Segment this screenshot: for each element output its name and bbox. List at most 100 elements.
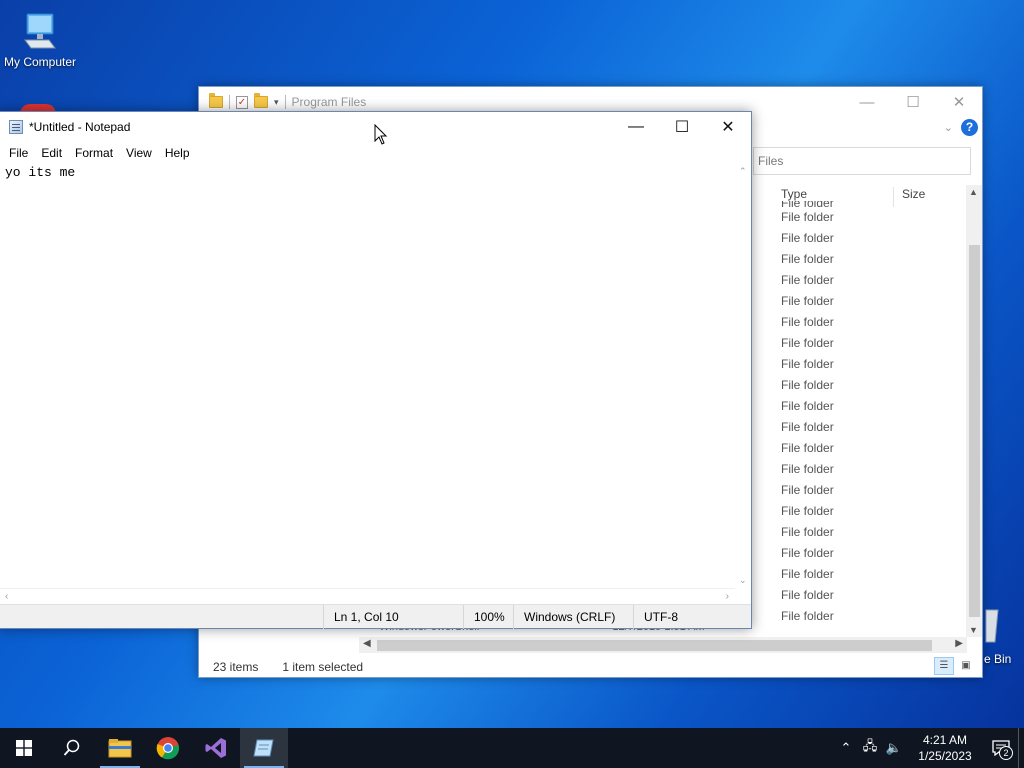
notepad-statusbar: Ln 1, Col 10 100% Windows (CRLF) UTF-8 xyxy=(0,604,751,629)
table-row[interactable]: File folder xyxy=(781,228,961,249)
computer-icon xyxy=(19,10,61,52)
table-row[interactable]: File folder xyxy=(781,585,961,606)
scrollbar-thumb[interactable] xyxy=(969,245,980,617)
large-icons-view-icon[interactable]: ▣ xyxy=(956,657,976,675)
table-row[interactable]: File folder xyxy=(781,207,961,228)
taskbar: ⌃ 🖧 🔈 4:21 AM 1/25/2023 2 xyxy=(0,728,1024,768)
minimize-button[interactable]: — xyxy=(844,87,890,117)
table-row[interactable]: File folder xyxy=(781,564,961,585)
volume-icon[interactable]: 🔈 xyxy=(882,740,906,756)
scroll-left-icon[interactable]: ◀ xyxy=(363,638,371,649)
divider xyxy=(284,95,286,109)
scroll-left-icon[interactable]: ‹ xyxy=(5,591,8,602)
taskbar-notepad[interactable] xyxy=(240,728,288,768)
clock-date: 1/25/2023 xyxy=(918,749,972,763)
table-row[interactable]: File folder xyxy=(781,606,961,627)
table-row[interactable]: File folder xyxy=(781,417,961,438)
cursor-position: Ln 1, Col 10 xyxy=(323,605,463,629)
scroll-right-icon[interactable]: ▶ xyxy=(955,638,963,649)
desktop-icon-my-computer[interactable]: My Computer xyxy=(0,10,82,69)
system-tray: ⌃ 🖧 🔈 4:21 AM 1/25/2023 2 xyxy=(834,728,1024,768)
table-row[interactable]: File folder xyxy=(781,396,961,417)
explorer-statusbar: 23 items 1 item selected xyxy=(213,660,363,674)
scroll-right-icon[interactable]: › xyxy=(726,591,729,602)
close-button[interactable]: ✕ xyxy=(705,112,751,142)
chrome-icon xyxy=(156,737,180,760)
help-icon[interactable]: ? xyxy=(961,119,978,136)
search-button[interactable] xyxy=(48,728,96,768)
notepad-title: *Untitled - Notepad xyxy=(29,120,131,134)
scrollbar-thumb[interactable] xyxy=(377,640,932,651)
scroll-down-icon[interactable]: ▼ xyxy=(969,625,978,635)
menu-view[interactable]: View xyxy=(120,146,159,160)
clock-time: 4:21 AM xyxy=(922,733,968,747)
scroll-up-icon[interactable]: ▲ xyxy=(969,187,978,197)
windows-logo-icon xyxy=(16,740,32,756)
table-row[interactable]: File folder xyxy=(781,501,961,522)
file-explorer-icon xyxy=(108,739,132,758)
details-view-icon[interactable]: ☰ xyxy=(934,657,954,675)
clock[interactable]: 4:21 AM 1/25/2023 xyxy=(906,732,984,764)
chevron-up-icon[interactable]: ⌃ xyxy=(834,740,858,756)
table-row[interactable]: File folder xyxy=(781,459,961,480)
table-row[interactable]: File folder xyxy=(781,249,961,270)
table-row[interactable]: File folder xyxy=(781,291,961,312)
customize-quick-access-icon[interactable]: ▾ xyxy=(274,97,279,108)
selection-count: 1 item selected xyxy=(282,660,364,674)
folder-icon xyxy=(209,93,223,108)
close-button[interactable]: ✕ xyxy=(936,87,982,117)
menu-format[interactable]: Format xyxy=(69,146,120,160)
search-icon xyxy=(63,739,80,756)
table-row[interactable]: File folder xyxy=(781,312,961,333)
recycle-bin-icon[interactable] xyxy=(984,606,1024,649)
desktop-icon-label: e Bin xyxy=(984,652,1012,666)
scroll-up-icon[interactable]: ⌃ xyxy=(739,166,747,177)
menu-help[interactable]: Help xyxy=(159,146,197,160)
search-placeholder: Files xyxy=(758,154,784,168)
menu-edit[interactable]: Edit xyxy=(35,146,69,160)
encoding: UTF-8 xyxy=(633,605,751,629)
taskbar-visual-studio[interactable] xyxy=(192,728,240,768)
visual-studio-icon xyxy=(205,738,226,758)
table-row[interactable]: File folder xyxy=(781,375,961,396)
item-count: 23 items xyxy=(213,660,259,674)
network-icon[interactable]: 🖧 xyxy=(858,737,882,759)
notepad-icon xyxy=(9,120,23,134)
zoom-level: 100% xyxy=(463,605,513,629)
line-ending: Windows (CRLF) xyxy=(513,605,633,629)
vertical-scrollbar[interactable]: ▲ ▼ xyxy=(966,185,982,637)
status-spacer xyxy=(0,605,323,628)
divider xyxy=(229,95,230,109)
file-list: File folder File folder File folder File fo… xyxy=(781,207,961,635)
search-input[interactable]: Files xyxy=(753,147,971,175)
menu-file[interactable]: File xyxy=(3,146,35,160)
show-desktop-button[interactable] xyxy=(1018,728,1024,768)
expand-ribbon-icon[interactable]: ⌄ xyxy=(944,121,953,134)
new-folder-icon[interactable] xyxy=(254,93,268,108)
mouse-cursor-icon xyxy=(374,123,388,146)
horizontal-scrollbar[interactable]: ◀ ▶ xyxy=(359,637,967,653)
table-row[interactable]: File folder xyxy=(781,354,961,375)
explorer-title: Program Files xyxy=(291,95,367,109)
text-editor[interactable]: yo its me xyxy=(5,165,75,180)
table-row[interactable]: File folder xyxy=(781,480,961,501)
table-row[interactable]: File folder xyxy=(781,438,961,459)
properties-icon[interactable]: ✓ xyxy=(236,95,248,109)
maximize-button[interactable]: ☐ xyxy=(890,87,936,117)
table-row[interactable]: File folder xyxy=(781,543,961,564)
table-row[interactable]: File folder xyxy=(781,522,961,543)
minimize-button[interactable]: — xyxy=(613,112,659,142)
notepad-window: *Untitled - Notepad — ☐ ✕ File Edit Form… xyxy=(0,111,752,629)
start-button[interactable] xyxy=(0,728,48,768)
vertical-scrollbar[interactable]: ⌃ ⌄ xyxy=(735,164,751,588)
action-center-button[interactable]: 2 xyxy=(984,728,1018,768)
taskbar-chrome[interactable] xyxy=(144,728,192,768)
horizontal-scrollbar[interactable]: ‹ › xyxy=(0,588,735,605)
scroll-down-icon[interactable]: ⌄ xyxy=(739,575,747,586)
notification-badge: 2 xyxy=(999,746,1013,760)
view-toggle: ☰ ▣ xyxy=(934,657,976,675)
table-row[interactable]: File folder xyxy=(781,270,961,291)
taskbar-file-explorer[interactable] xyxy=(96,728,144,768)
maximize-button[interactable]: ☐ xyxy=(659,112,705,142)
table-row[interactable]: File folder xyxy=(781,333,961,354)
